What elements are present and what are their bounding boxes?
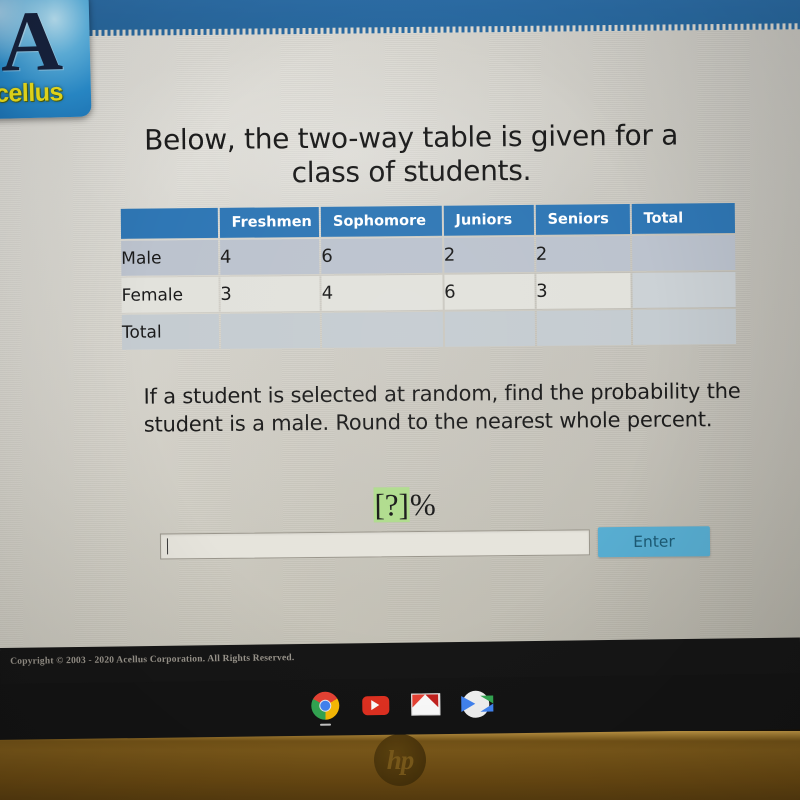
cell-total-total bbox=[632, 308, 737, 345]
table-header-juniors: Juniors bbox=[443, 204, 534, 236]
table-header-total: Total bbox=[631, 202, 736, 234]
copyright-text: Copyright © 2003 - 2020 Acellus Corporat… bbox=[10, 653, 295, 667]
percent-sign: % bbox=[409, 486, 436, 523]
enter-button[interactable]: Enter bbox=[597, 526, 711, 558]
cell-total-juniors bbox=[444, 310, 535, 347]
question-prompt: If a student is selected at random, find… bbox=[143, 378, 741, 437]
row-label-male: Male bbox=[121, 239, 219, 276]
hp-logo: hp bbox=[374, 734, 426, 786]
chrome-icon[interactable] bbox=[310, 691, 340, 726]
cell-female-juniors: 6 bbox=[444, 273, 535, 310]
cell-female-sophomore: 4 bbox=[321, 274, 443, 311]
cell-total-sophomore bbox=[321, 311, 443, 348]
table-header-freshmen: Freshmen bbox=[219, 206, 320, 238]
cell-male-sophomore: 6 bbox=[321, 237, 443, 274]
cell-female-total bbox=[632, 271, 736, 308]
cell-total-freshmen bbox=[220, 312, 321, 349]
gmail-icon[interactable] bbox=[410, 689, 440, 719]
screenshot-root: hp A cellus Below, the two-way table is … bbox=[0, 0, 800, 800]
answer-expression: [?]% bbox=[4, 483, 800, 527]
answer-placeholder-box: [?] bbox=[373, 487, 411, 523]
youtube-icon[interactable] bbox=[360, 690, 390, 720]
chrome-active-indicator bbox=[320, 723, 332, 726]
cell-male-freshmen: 4 bbox=[219, 238, 320, 275]
table-header-row: Freshmen Sophomore Juniors Seniors Total bbox=[120, 202, 736, 239]
cell-male-total bbox=[631, 234, 736, 271]
google-play-icon[interactable] bbox=[460, 689, 490, 719]
text-caret bbox=[166, 538, 169, 555]
table-row-female: Female 3 4 6 3 bbox=[121, 271, 736, 313]
cell-female-freshmen: 3 bbox=[220, 275, 320, 312]
table-row-male: Male 4 6 2 2 bbox=[121, 234, 736, 276]
cell-total-seniors bbox=[536, 309, 631, 346]
cell-male-juniors: 2 bbox=[443, 236, 535, 273]
table-row-total: Total bbox=[121, 308, 737, 350]
cell-female-seniors: 3 bbox=[536, 272, 631, 309]
question-title: Below, the two-way table is given for a … bbox=[143, 118, 679, 190]
question-content: Below, the two-way table is given for a … bbox=[0, 18, 800, 646]
row-label-total: Total bbox=[121, 313, 219, 350]
row-label-female: Female bbox=[121, 276, 219, 313]
two-way-table: Freshmen Sophomore Juniors Seniors Total… bbox=[119, 201, 738, 352]
table-header-corner bbox=[120, 207, 218, 239]
table-header-sophomore: Sophomore bbox=[320, 205, 442, 237]
answer-input[interactable] bbox=[159, 529, 591, 560]
cell-male-seniors: 2 bbox=[535, 235, 631, 272]
table-header-seniors: Seniors bbox=[535, 203, 630, 235]
answer-row: Enter bbox=[159, 526, 711, 561]
